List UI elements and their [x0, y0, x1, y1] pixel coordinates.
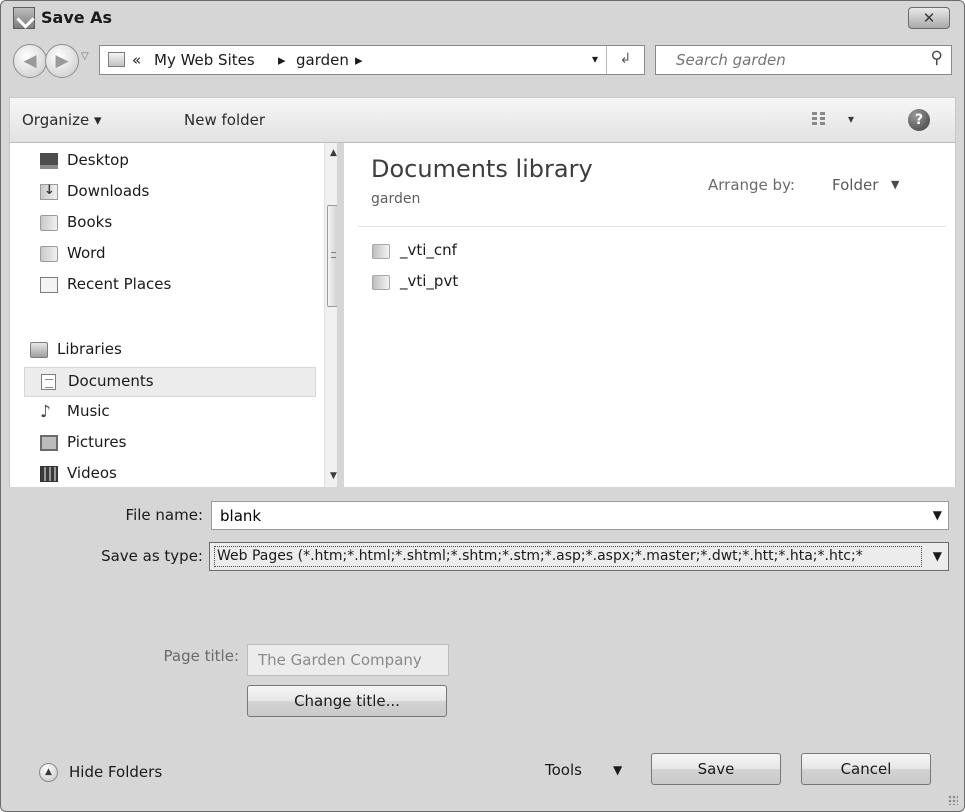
- search-input[interactable]: [656, 46, 906, 74]
- downloads-icon: [40, 183, 58, 200]
- app-icon: [13, 7, 35, 29]
- save-as-dialog: Save As ✕ ◀ ▶ ▽ « My Web Sites ▸ garden …: [0, 0, 965, 812]
- scroll-down-icon[interactable]: ▼: [325, 468, 337, 485]
- address-dropdown-icon[interactable]: ▾: [592, 52, 598, 66]
- sidebar-item-videos[interactable]: Videos: [22, 460, 316, 487]
- sidebar-item-books[interactable]: Books: [22, 209, 316, 239]
- music-icon: ♪: [40, 402, 51, 422]
- sidebar-item-documents[interactable]: Documents: [24, 367, 316, 397]
- chevron-down-icon[interactable]: ▼: [933, 508, 942, 522]
- scroll-up-icon[interactable]: ▲: [325, 145, 337, 162]
- pictures-icon: [40, 435, 58, 451]
- sidebar-item-desktop[interactable]: Desktop: [22, 147, 316, 177]
- tools-button[interactable]: Tools: [545, 761, 582, 779]
- file-name-label: File name:: [125, 506, 203, 524]
- address-overflow[interactable]: «: [132, 51, 141, 69]
- file-list-pane: Documents library garden Arrange by: Fol…: [344, 143, 956, 487]
- breadcrumb-separator-icon[interactable]: ▸: [278, 51, 286, 69]
- arrange-by-dropdown[interactable]: Folder: [832, 176, 878, 194]
- hide-folders-icon[interactable]: ▲: [39, 763, 58, 782]
- folder-location-icon: [108, 52, 125, 67]
- list-item[interactable]: _vti_cnf: [372, 239, 572, 265]
- help-icon[interactable]: ?: [908, 109, 930, 131]
- tools-dropdown-icon[interactable]: ▼: [613, 763, 622, 777]
- chevron-down-icon[interactable]: ▼: [933, 549, 942, 563]
- chevron-down-icon[interactable]: ▼: [891, 178, 899, 191]
- divider: [358, 226, 946, 227]
- cancel-button[interactable]: Cancel: [801, 753, 931, 785]
- list-item[interactable]: _vti_pvt: [372, 270, 572, 296]
- file-name-field[interactable]: [212, 502, 912, 529]
- navigation-bar: ◀ ▶ ▽ « My Web Sites ▸ garden ▸ ▾ ↲ ⚲: [1, 37, 964, 93]
- save-as-type-value: Web Pages (*.htm;*.html;*.shtml;*.shtm;*…: [214, 546, 922, 567]
- sidebar-item-music[interactable]: ♪ Music: [22, 398, 316, 428]
- videos-icon: [40, 466, 58, 482]
- page-title-label: Page title:: [163, 647, 239, 665]
- sidebar-item-libraries[interactable]: Libraries: [10, 336, 304, 366]
- save-as-type-label: Save as type:: [101, 547, 203, 565]
- organize-button[interactable]: Organize ▾: [22, 111, 102, 129]
- scrollbar-thumb[interactable]: [327, 205, 337, 307]
- views-icon[interactable]: [812, 112, 828, 126]
- hide-folders-button[interactable]: Hide Folders: [69, 763, 162, 781]
- sidebar-item-word[interactable]: Word: [22, 240, 316, 270]
- folder-icon: [372, 275, 390, 290]
- change-title-button[interactable]: Change title...: [247, 685, 447, 717]
- sidebar-item-label: Recent Places: [67, 275, 172, 293]
- file-name: _vti_pvt: [400, 272, 459, 290]
- documents-icon: [41, 374, 56, 390]
- sidebar-item-label: Libraries: [57, 340, 122, 358]
- library-title: Documents library: [371, 155, 593, 183]
- views-dropdown-icon[interactable]: ▾: [848, 112, 854, 126]
- close-button[interactable]: ✕: [908, 7, 950, 29]
- sidebar-item-downloads[interactable]: Downloads: [22, 178, 316, 208]
- sidebar-item-label: Music: [67, 402, 110, 420]
- search-icon[interactable]: ⚲: [931, 48, 943, 68]
- sidebar-item-pictures[interactable]: Pictures: [22, 429, 316, 459]
- sidebar-item-label: Documents: [68, 372, 154, 390]
- save-button[interactable]: Save: [651, 753, 781, 785]
- grip-icon: [331, 252, 336, 258]
- file-name-combo: ▼: [211, 501, 949, 530]
- search-box: ⚲: [655, 45, 952, 75]
- sidebar-item-label: Videos: [67, 464, 117, 482]
- recent-places-icon: [40, 277, 58, 293]
- file-name: _vti_cnf: [400, 241, 457, 259]
- breadcrumb-garden[interactable]: garden: [296, 51, 349, 69]
- address-bar[interactable]: « My Web Sites ▸ garden ▸ ▾ ↲: [99, 45, 645, 75]
- sidebar-scrollbar[interactable]: ▲ ▼: [324, 143, 337, 487]
- desktop-icon: [40, 153, 58, 169]
- sidebar-item-label: Word: [67, 244, 106, 262]
- breadcrumb-my-web-sites[interactable]: My Web Sites: [154, 51, 255, 69]
- title-bar: Save As ✕: [1, 1, 964, 35]
- new-folder-button[interactable]: New folder: [184, 111, 265, 129]
- refresh-button[interactable]: ↲: [606, 46, 644, 74]
- sidebar-item-label: Pictures: [67, 433, 127, 451]
- recent-locations-dropdown[interactable]: ▽: [81, 51, 89, 62]
- sidebar-item-label: Desktop: [67, 151, 129, 169]
- navigation-pane: Desktop Downloads Books Word Recent Plac…: [9, 143, 337, 487]
- sidebar-item-label: Downloads: [67, 182, 150, 200]
- libraries-icon: [30, 342, 48, 358]
- folder-icon: [40, 215, 58, 231]
- back-button[interactable]: ◀: [13, 44, 47, 78]
- folder-icon: [372, 244, 390, 259]
- sidebar-item-recent-places[interactable]: Recent Places: [22, 271, 316, 301]
- library-subtitle: garden: [371, 191, 421, 207]
- save-as-type-select[interactable]: Web Pages (*.htm;*.html;*.shtml;*.shtm;*…: [209, 542, 949, 571]
- window-title: Save As: [41, 8, 113, 27]
- resize-grip-icon[interactable]: [948, 795, 958, 805]
- forward-button[interactable]: ▶: [45, 44, 79, 78]
- folder-icon: [40, 246, 58, 262]
- arrange-by-label: Arrange by:: [708, 176, 795, 194]
- page-title-field: The Garden Company: [247, 644, 449, 676]
- breadcrumb-separator-icon[interactable]: ▸: [355, 51, 363, 69]
- command-toolbar: Organize ▾ New folder ▾ ?: [9, 97, 956, 143]
- sidebar-item-label: Books: [67, 213, 113, 231]
